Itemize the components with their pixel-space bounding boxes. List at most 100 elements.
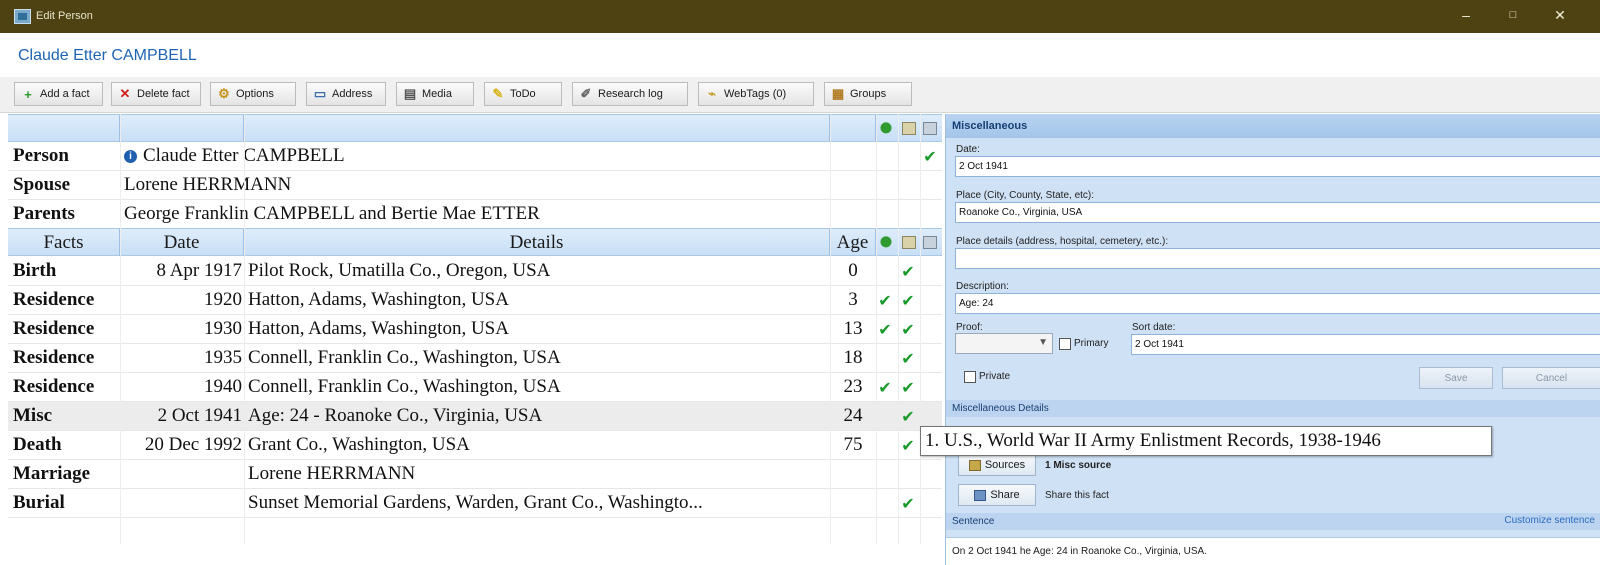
research-log-label: Research log: [598, 88, 663, 100]
source-icon: [902, 122, 916, 135]
fact-type: Death: [13, 434, 62, 455]
fact-date: 2 Oct 1941: [157, 405, 242, 426]
fact-details: Sunset Memorial Gardens, Warden, Grant C…: [248, 492, 703, 513]
fact-date: 8 Apr 1917: [156, 260, 243, 281]
window-title: Edit Person: [36, 10, 93, 22]
primary-checkbox[interactable]: [1059, 338, 1071, 350]
tree-check-icon: [874, 489, 896, 517]
share-button[interactable]: Share: [958, 484, 1036, 506]
cancel-button[interactable]: Cancel: [1502, 367, 1600, 389]
fact-row[interactable]: Residence 1930 Hatton, Adams, Washington…: [8, 315, 942, 344]
column-header-age[interactable]: Age: [830, 229, 876, 256]
proof-label: Proof:: [956, 322, 983, 333]
fact-type: Misc: [13, 405, 53, 426]
fact-details: Connell, Franklin Co., Washington, USA: [248, 347, 561, 368]
fact-row[interactable]: Residence 1940 Connell, Franklin Co., Wa…: [8, 373, 942, 402]
sort-date-field[interactable]: 2 Oct 1941: [1131, 334, 1600, 355]
summary-row-spouse[interactable]: Spouse Lorene HERRMANN: [8, 171, 942, 200]
source-check-icon: ✔: [901, 406, 915, 426]
summary-label: Parents: [13, 203, 75, 224]
summary-row-person[interactable]: Person i Claude Etter CAMPBELL ✔: [8, 142, 942, 171]
webtags-button[interactable]: ⌁ WebTags (0): [698, 82, 814, 106]
webtags-label: WebTags (0): [724, 88, 787, 100]
fact-date: 1920: [204, 289, 242, 310]
add-fact-button[interactable]: + Add a fact: [14, 82, 103, 106]
fact-details: Lorene HERRMANN: [248, 463, 416, 484]
fact-date: 1940: [204, 376, 242, 397]
fact-row-selected[interactable]: Misc 2 Oct 1941 Age: 24 - Roanoke Co., V…: [8, 402, 942, 431]
save-button[interactable]: Save: [1419, 367, 1493, 389]
options-icon: ⚙: [218, 86, 230, 101]
close-button[interactable]: ✕: [1550, 7, 1570, 24]
source-check-icon: ✔: [901, 493, 915, 513]
minimize-button[interactable]: –: [1456, 7, 1476, 23]
fact-row[interactable]: Death 20 Dec 1992 Grant Co., Washington,…: [8, 431, 942, 460]
date-field[interactable]: 2 Oct 1941: [955, 156, 1600, 177]
source-check-icon: ✔: [901, 319, 915, 339]
add-fact-label: Add a fact: [40, 88, 90, 100]
address-button[interactable]: ▭ Address: [306, 82, 386, 106]
todo-button[interactable]: ✎ ToDo: [484, 82, 562, 106]
sort-date-label: Sort date:: [1132, 322, 1176, 333]
options-button[interactable]: ⚙ Options: [210, 82, 296, 106]
summary-label: Person: [13, 145, 69, 166]
private-checkbox[interactable]: [964, 371, 976, 383]
place-label: Place (City, County, State, etc):: [956, 190, 1095, 201]
sources-button[interactable]: Sources: [958, 454, 1036, 476]
maximize-button[interactable]: □: [1503, 9, 1523, 21]
summary-label: Spouse: [13, 174, 71, 195]
title-bar: Edit Person – □ ✕: [0, 0, 1600, 33]
fact-type: Burial: [13, 492, 65, 513]
date-label: Date:: [956, 144, 980, 155]
webtags-icon: ⌁: [708, 86, 716, 101]
address-icon: ▭: [313, 86, 327, 101]
facts-header-row: Facts Date Details Age: [8, 228, 942, 256]
tree-check-icon: ✔: [878, 290, 892, 310]
groups-button[interactable]: ▦ Groups: [824, 82, 912, 106]
source-check-icon: ✔: [901, 290, 915, 310]
fact-type: Birth: [13, 260, 57, 281]
media-button[interactable]: ▤ Media: [396, 82, 474, 106]
share-icon: [974, 489, 987, 501]
address-label: Address: [332, 88, 373, 100]
toolbar: + Add a fact ✕ Delete fact ⚙ Options ▭ A…: [0, 77, 1600, 113]
place-details-field[interactable]: [955, 248, 1600, 269]
fact-row[interactable]: Burial Sunset Memorial Gardens, Warden, …: [8, 489, 942, 518]
delete-x-icon: ✕: [119, 86, 131, 101]
description-field[interactable]: Age: 24: [955, 293, 1600, 314]
fact-row[interactable]: Birth 8 Apr 1917 Pilot Rock, Umatilla Co…: [8, 257, 942, 286]
summary-row-parents[interactable]: Parents George Franklin CAMPBELL and Ber…: [8, 200, 942, 229]
fact-details: Grant Co., Washington, USA: [248, 434, 470, 455]
summary-value: George Franklin CAMPBELL and Bertie Mae …: [124, 203, 540, 224]
source-check-icon: [897, 460, 919, 488]
fact-type: Marriage: [13, 463, 91, 484]
fact-age: 75: [843, 434, 863, 455]
fact-age: 23: [843, 376, 863, 397]
private-label: Private: [979, 371, 1011, 382]
fact-date: [120, 460, 242, 488]
fact-row[interactable]: Marriage Lorene HERRMANN: [8, 460, 942, 489]
column-header-date[interactable]: Date: [120, 229, 244, 256]
sentence-text: On 2 Oct 1941 he Age: 24 in Roanoke Co.,…: [946, 537, 1600, 565]
sources-icon: [968, 459, 981, 471]
fact-row[interactable]: Residence 1920 Hatton, Adams, Washington…: [8, 286, 942, 315]
tree-check-icon: [874, 257, 896, 285]
fact-date: [120, 489, 242, 517]
todo-icon: ✎: [492, 86, 504, 101]
research-log-button[interactable]: ✐ Research log: [572, 82, 688, 106]
summary-value: Lorene HERRMANN: [124, 174, 292, 195]
column-header-facts[interactable]: Facts: [8, 229, 120, 256]
fact-type: Residence: [13, 318, 95, 339]
delete-fact-button[interactable]: ✕ Delete fact: [111, 82, 201, 106]
proof-select[interactable]: ▼: [955, 333, 1053, 354]
fact-details: Connell, Franklin Co., Washington, USA: [248, 376, 561, 397]
summary-header-row: [8, 114, 942, 142]
source-icon: [902, 236, 916, 249]
customize-sentence-link[interactable]: Customize sentence: [1504, 515, 1595, 526]
column-header-details[interactable]: Details: [244, 229, 830, 256]
media-icon: [923, 236, 937, 249]
fact-row[interactable]: Residence 1935 Connell, Franklin Co., Wa…: [8, 344, 942, 373]
fact-details: Hatton, Adams, Washington, USA: [248, 289, 509, 310]
place-field[interactable]: Roanoke Co., Virginia, USA: [955, 202, 1600, 223]
info-icon[interactable]: i: [124, 149, 137, 163]
